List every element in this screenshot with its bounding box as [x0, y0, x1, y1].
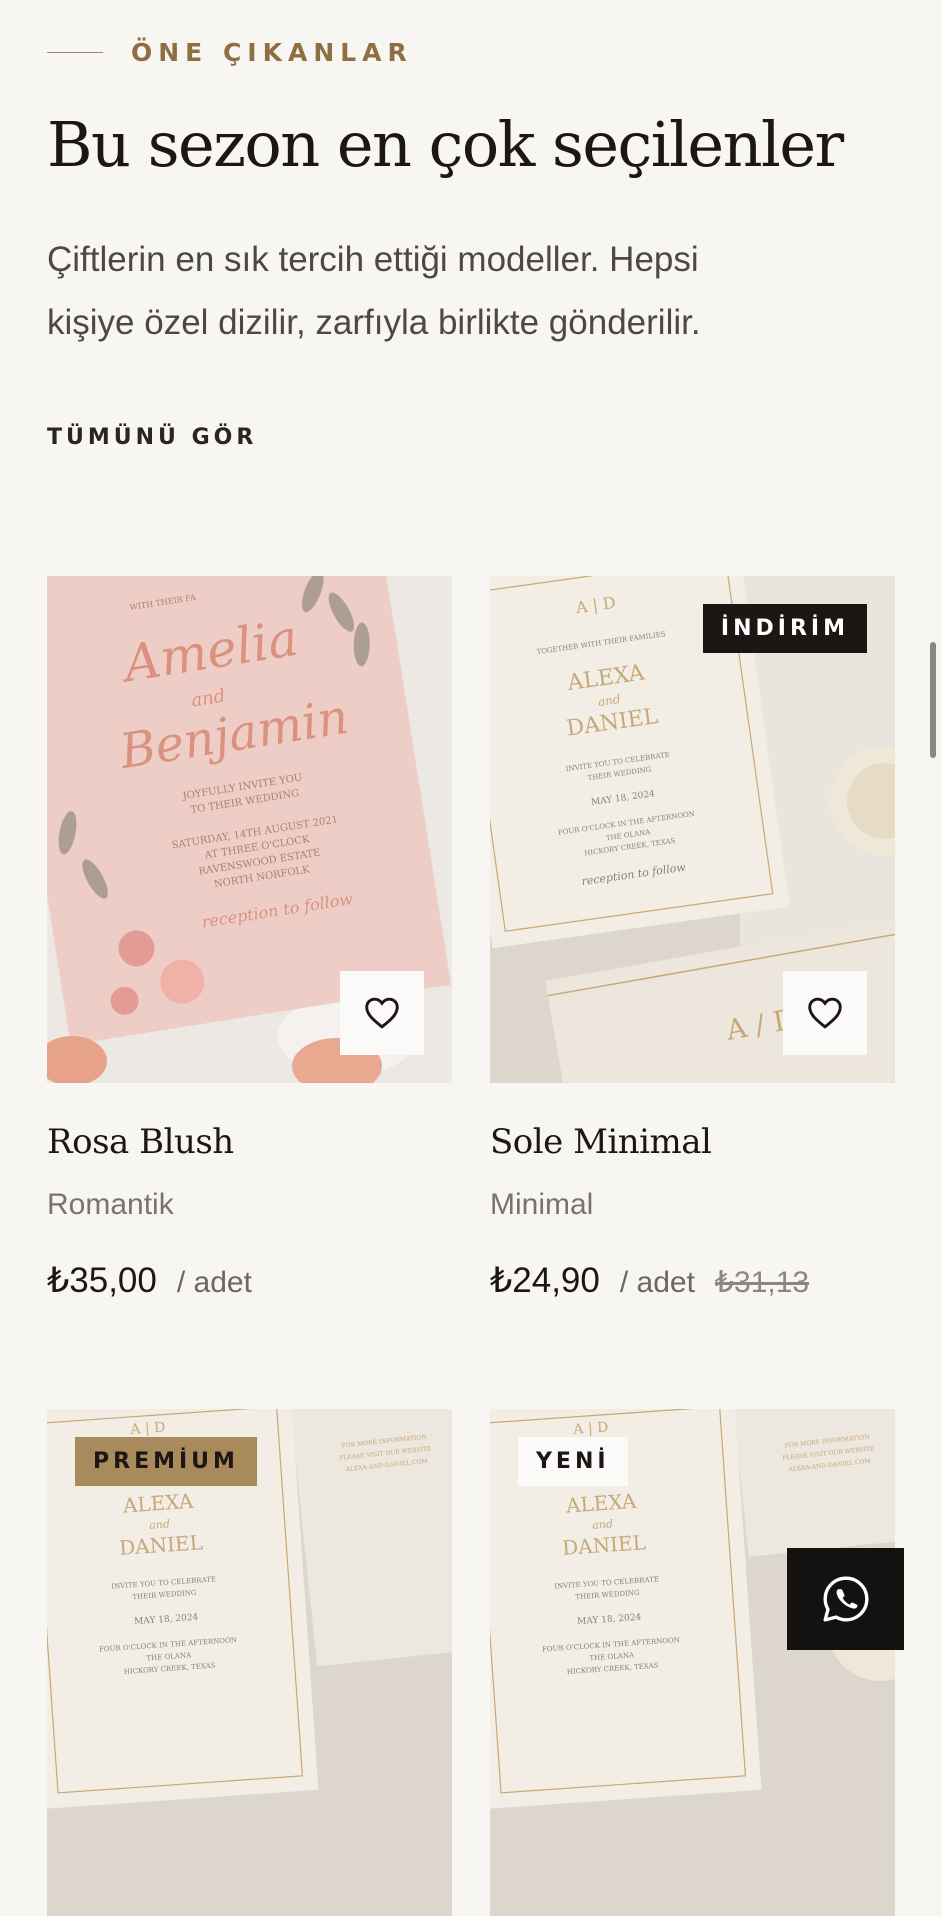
- card-text: and: [592, 1517, 614, 1531]
- eyebrow-label: ÖNE ÇIKANLAR: [131, 38, 413, 67]
- product-image[interactable]: FOR MORE INFORMATION PLEASE VISIT OUR WE…: [490, 1409, 895, 1916]
- product-category: Minimal: [490, 1188, 594, 1221]
- card-text: A | D: [129, 1420, 166, 1438]
- old-price: ₺31,13: [714, 1266, 810, 1299]
- price-unit: / adet: [619, 1266, 695, 1299]
- whatsapp-button[interactable]: [787, 1548, 904, 1650]
- product-name[interactable]: Sole Minimal: [490, 1122, 712, 1162]
- heart-icon: [808, 997, 842, 1029]
- product-card[interactable]: WITH THEIR FA Amelia and Benjamin JOYFUL…: [47, 576, 452, 1300]
- product-category: Romantik: [47, 1188, 174, 1221]
- whatsapp-icon: [823, 1576, 868, 1622]
- scrollbar-thumb[interactable]: [930, 642, 936, 758]
- discount-badge: İNDİRİM: [702, 604, 867, 653]
- product-image[interactable]: FOR MORE INFORMATION PLEASE VISIT OUR WE…: [47, 1409, 452, 1916]
- card-text: A | D: [572, 1420, 609, 1438]
- favorite-button[interactable]: [783, 971, 867, 1055]
- section-eyebrow: ÖNE ÇIKANLAR: [47, 38, 413, 67]
- new-badge: YENİ: [518, 1437, 628, 1486]
- price-row: ₺35,00 / adet: [47, 1261, 252, 1301]
- heart-icon: [365, 997, 399, 1029]
- card-text: ALEXA: [564, 1489, 637, 1518]
- eyebrow-divider: [47, 52, 103, 53]
- premium-badge: PREMİUM: [75, 1437, 257, 1486]
- product-card[interactable]: FOR MORE INFORMATION PLEASE VISIT OUR WE…: [47, 1409, 452, 1916]
- product-price: ₺24,90: [490, 1261, 600, 1300]
- card-text: and: [149, 1517, 171, 1531]
- product-card[interactable]: A / D A | D TOGETHER WITH THEIR FAMILIES…: [490, 576, 895, 1300]
- see-all-link[interactable]: TÜMÜNÜ GÖR: [47, 425, 257, 450]
- section-title: Bu sezon en çok seçilenler: [47, 108, 844, 181]
- price-row: ₺24,90 / adet ₺31,13: [490, 1261, 809, 1301]
- product-name[interactable]: Rosa Blush: [47, 1122, 234, 1162]
- favorite-button[interactable]: [340, 971, 424, 1055]
- product-card[interactable]: FOR MORE INFORMATION PLEASE VISIT OUR WE…: [490, 1409, 895, 1916]
- product-image[interactable]: A / D A | D TOGETHER WITH THEIR FAMILIES…: [490, 576, 895, 1083]
- price-unit: / adet: [176, 1266, 252, 1299]
- product-price: ₺35,00: [47, 1261, 157, 1300]
- card-text: ALEXA: [121, 1489, 194, 1518]
- section-subtitle: Çiftlerin en sık tercih ettiği modeller.…: [47, 240, 701, 342]
- product-image[interactable]: WITH THEIR FA Amelia and Benjamin JOYFUL…: [47, 576, 452, 1083]
